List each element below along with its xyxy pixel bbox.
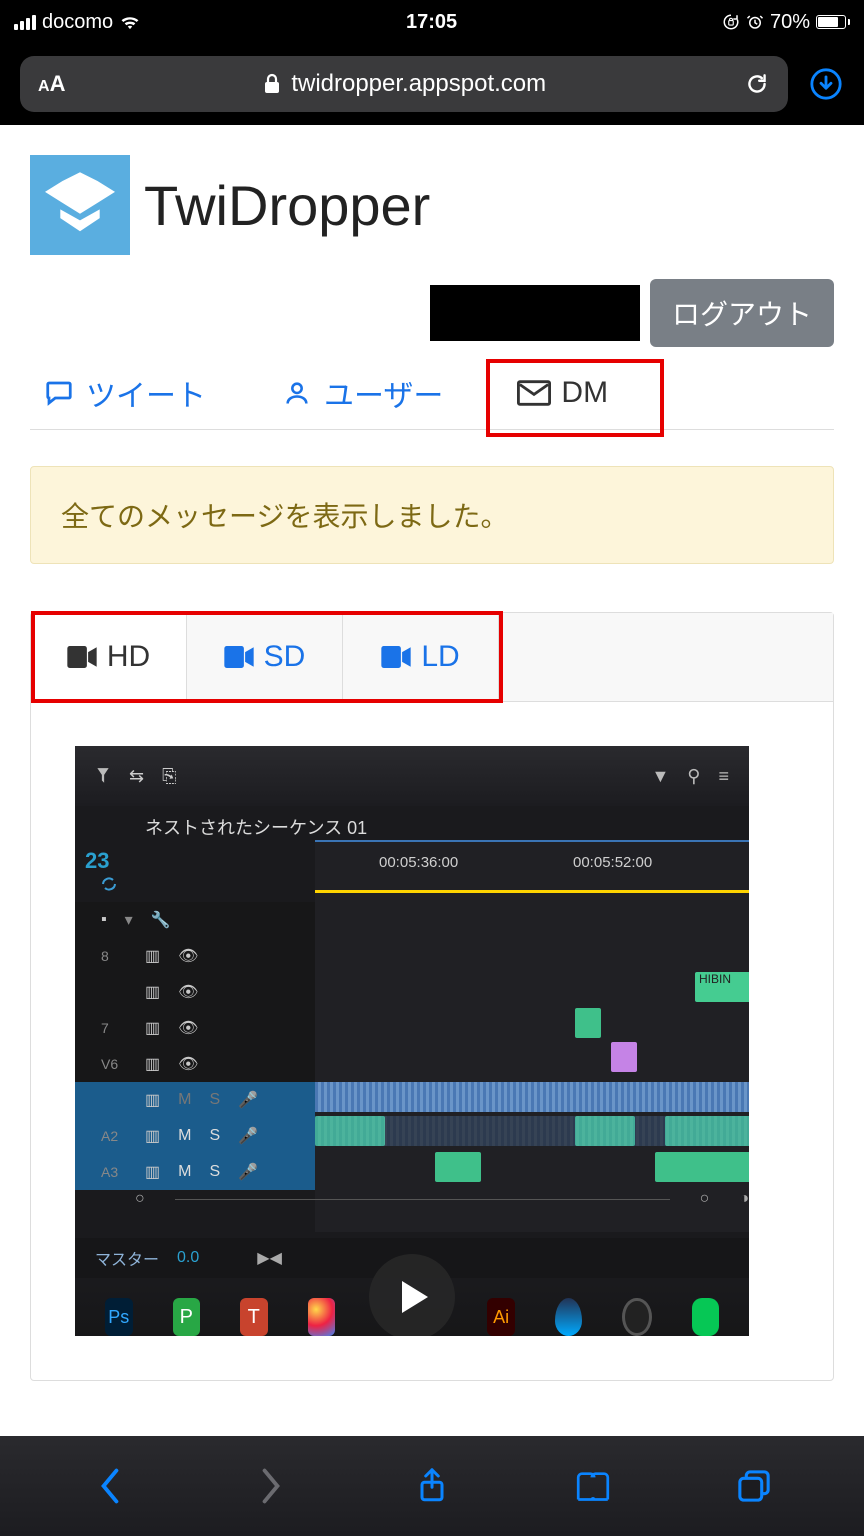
tab-tweet-label: ツイート xyxy=(86,371,206,415)
downloads-button[interactable] xyxy=(808,66,844,102)
video-icon xyxy=(67,646,97,668)
tab-dm[interactable]: DM xyxy=(505,372,620,414)
flame-app-icon xyxy=(555,1298,583,1336)
url-pill[interactable]: AA twidropper.appspot.com xyxy=(20,56,788,112)
brand: TwiDropper xyxy=(30,155,834,255)
wifi-icon xyxy=(119,14,141,30)
orientation-lock-icon xyxy=(722,13,740,31)
quality-ld-label: LD xyxy=(421,640,459,674)
thumb-tc2: 00:05:52:00 xyxy=(573,854,652,871)
reload-icon[interactable] xyxy=(744,70,770,98)
obs-app-icon xyxy=(622,1298,651,1336)
quality-sd-label: SD xyxy=(264,640,306,674)
thumb-sequence-title: ネストされたシーケンス 01 xyxy=(145,814,367,840)
logout-button[interactable]: ログアウト xyxy=(650,279,834,347)
tab-user[interactable]: ユーザー xyxy=(268,367,455,419)
alarm-icon xyxy=(746,13,764,31)
logo-icon xyxy=(30,155,130,255)
safari-toolbar xyxy=(0,1436,864,1536)
url-text: twidropper.appspot.com xyxy=(291,70,546,98)
share-button[interactable] xyxy=(412,1466,452,1506)
back-button[interactable] xyxy=(90,1466,130,1506)
video-thumbnail[interactable]: ⇆ ⎘ ▼⚲≡ ネストされたシーケンス 01 23 ▪▾🔧 8▥👁 ▥👁 7▥👁… xyxy=(75,746,749,1336)
tab-dm-label: DM xyxy=(561,376,608,410)
ai-app-icon: Ai xyxy=(487,1298,515,1336)
video-icon xyxy=(381,646,411,668)
thumb-clip-label: HIBIN xyxy=(695,972,749,1002)
quality-tab-hd[interactable]: HD xyxy=(31,613,187,701)
text-size-button[interactable]: AA xyxy=(38,71,65,97)
battery-percent: 70% xyxy=(770,11,810,34)
thumb-master-val: 0.0 xyxy=(177,1249,199,1267)
quality-tab-ld[interactable]: LD xyxy=(343,613,499,701)
lock-icon xyxy=(263,73,281,95)
alert-banner: 全てのメッセージを表示しました。 xyxy=(30,466,834,564)
green-app-icon: P xyxy=(173,1298,201,1336)
safari-url-bar: AA twidropper.appspot.com xyxy=(0,44,864,124)
quality-hd-label: HD xyxy=(107,640,150,674)
clock: 17:05 xyxy=(406,11,457,34)
ios-status-bar: docomo 17:05 70% xyxy=(0,0,864,44)
play-button[interactable] xyxy=(369,1254,455,1336)
battery-icon xyxy=(816,15,850,29)
filter-icon xyxy=(95,767,111,785)
chrome-app-icon xyxy=(308,1298,336,1336)
tab-tweet[interactable]: ツイート xyxy=(30,367,218,419)
envelope-icon xyxy=(517,378,551,408)
speech-bubble-icon xyxy=(42,378,76,408)
thumb-tc1: 00:05:36:00 xyxy=(379,854,458,871)
video-icon xyxy=(224,646,254,668)
media-card: HD SD LD ⇆ ⎘ ▼⚲≡ ネストされたシーケンス 0 xyxy=(30,612,834,1381)
alert-text: 全てのメッセージを表示しました。 xyxy=(61,501,508,532)
brand-title: TwiDropper xyxy=(144,173,430,238)
thumb-master-label: マスター xyxy=(95,1246,159,1270)
quality-tab-sd[interactable]: SD xyxy=(187,613,343,701)
user-icon xyxy=(280,378,314,408)
bookmarks-button[interactable] xyxy=(573,1466,613,1506)
username-redacted xyxy=(430,285,640,341)
signal-icon xyxy=(14,15,36,30)
page-content: TwiDropper ログアウト ツイート ユーザー DM 全てのメッセージを表… xyxy=(0,124,864,1381)
sync-icon xyxy=(101,876,117,892)
ps-app-icon: Ps xyxy=(105,1298,133,1336)
red-app-icon: T xyxy=(240,1298,268,1336)
tab-user-label: ユーザー xyxy=(324,371,443,415)
nav-tabs: ツイート ユーザー DM xyxy=(30,367,834,430)
carrier-label: docomo xyxy=(42,11,113,34)
line-app-icon xyxy=(692,1298,720,1336)
tabs-button[interactable] xyxy=(734,1466,774,1506)
forward-button[interactable] xyxy=(251,1466,291,1506)
